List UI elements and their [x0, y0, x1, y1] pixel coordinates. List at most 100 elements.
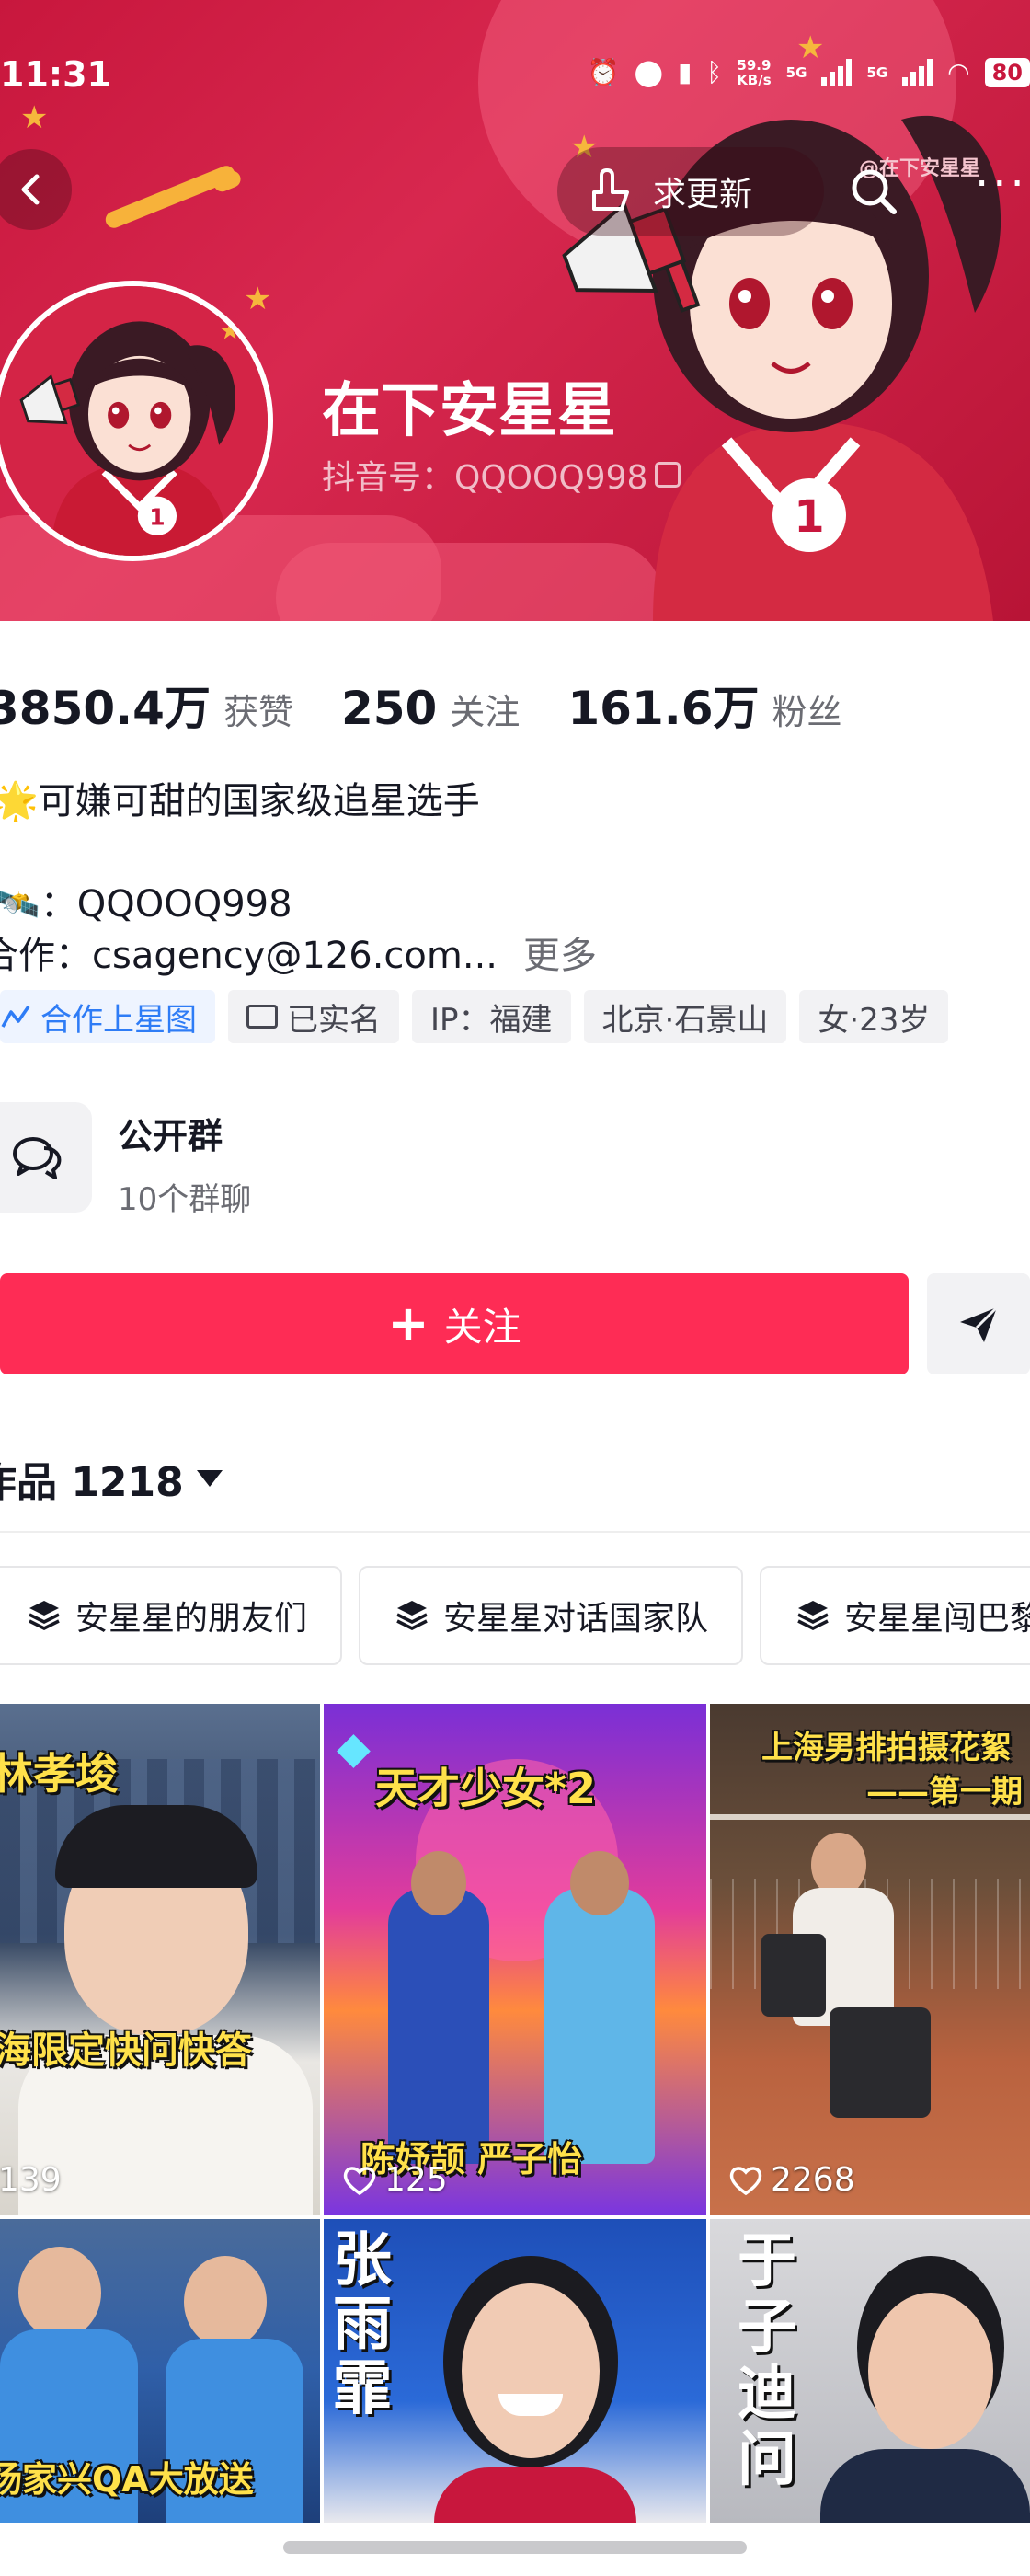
star-map-icon [1, 1006, 30, 1028]
search-icon[interactable] [846, 164, 901, 219]
video-thumbnail[interactable]: 杨家兴QA大放送 [0, 2219, 320, 2523]
video-thumbnail[interactable]: ◆ 天才少女*2 陈妤颉 严子怡 125 [324, 1704, 706, 2215]
stat-following-label: 关注 [450, 692, 521, 732]
stat-followers[interactable]: 161.6万 粉丝 [567, 672, 841, 738]
profile-display-name: 在下安星星 [322, 377, 616, 445]
video-caption: 杨家兴QA大放送 [0, 2459, 254, 2500]
bio-line-1: 🌟可嫌可甜的国家级追星选手 [0, 780, 480, 822]
video-grid: 林孝埈 海限定快问快答 139 ◆ 天才少女*2 陈妤颉 严子怡 125 上海男… [0, 1704, 1030, 2523]
bio-more-link[interactable]: 更多 [523, 935, 597, 977]
tag-star-map-label: 合作上星图 [40, 1001, 197, 1039]
video-like-count: 125 [384, 2161, 448, 2199]
id-card-icon [246, 1005, 278, 1029]
public-group-entry[interactable]: 公开群 10个群聊 [0, 1100, 1030, 1220]
avatar-illustration: 1 ★ [0, 286, 268, 556]
group-subtitle: 10个群聊 [118, 1181, 252, 1218]
bio-line-2-text: ：QQOOQ998 [40, 883, 292, 926]
video-caption: 上海男排拍摄花絮 [761, 1730, 1012, 1766]
layers-icon [396, 1601, 428, 1630]
bluetooth-icon: ᛒ [706, 57, 723, 87]
chat-bubbles-icon [0, 1102, 92, 1213]
collection-chip-label: 安星星对话国家队 [443, 1600, 709, 1638]
douyin-id-text: 抖音号：QQOOQ998 [322, 459, 648, 497]
profile-tags: 合作上星图 已实名 IP：福建 北京·石景山 女·23岁 [0, 990, 949, 1043]
plus-icon: + [387, 1294, 429, 1352]
hand-pointing-icon [592, 168, 629, 211]
caret-down-icon [196, 1470, 223, 1487]
video-caption: 天才少女*2 [375, 1764, 597, 1813]
group-title: 公开群 [118, 1116, 223, 1156]
request-update-button[interactable]: 求更新 [557, 147, 824, 236]
stat-following-value: 250 [340, 682, 438, 735]
stat-followers-value: 161.6万 [567, 682, 760, 735]
tag-gender-age: 女·23岁 [799, 990, 949, 1043]
video-thumbnail[interactable]: 于子迪问 [710, 2219, 1030, 2523]
network-speed: 59.9 KB/s [737, 56, 772, 88]
signal-5g-2-label: 5G [866, 63, 888, 81]
layers-icon [797, 1601, 829, 1630]
alarm-icon: ⏰ [587, 57, 620, 87]
works-label: 作品 1218 [0, 1459, 184, 1506]
video-caption: 林孝埈 [0, 1749, 118, 1799]
follow-button[interactable]: + 关注 [0, 1273, 909, 1374]
svg-text:1: 1 [794, 491, 824, 543]
home-indicator[interactable] [283, 2541, 747, 2554]
battery-level: 80 [984, 57, 1030, 87]
status-bar: 11:31 ⏰ ⬤ ▮ ᛒ 59.9 KB/s 5G 5G ◠ 80 [0, 0, 1030, 92]
satellite-icon: 🛰️ [0, 883, 40, 926]
video-likes: 125 [342, 2161, 448, 2199]
status-system-icons: ⏰ ⬤ ▮ ᛒ 59.9 KB/s 5G 5G ◠ 80 [588, 57, 1030, 87]
collection-chip[interactable]: 安星星的朋友们 [0, 1566, 343, 1665]
heart-icon [343, 2166, 376, 2195]
collection-chip-label: 安星星闯巴黎 [844, 1600, 1030, 1638]
divider [0, 1531, 1030, 1533]
video-like-count: 2268 [771, 2161, 855, 2199]
stat-likes-value: 3850.4万 [0, 682, 211, 735]
bio-line-3: 合作：csagency@126.com... 更多 [0, 926, 597, 979]
stat-followers-label: 粉丝 [772, 692, 842, 732]
douyin-id[interactable]: 抖音号：QQOOQ998 [322, 451, 681, 499]
video-likes: 2268 [728, 2161, 855, 2199]
tag-verified[interactable]: 已实名 [228, 990, 399, 1043]
video-thumbnail[interactable]: 林孝埈 海限定快问快答 139 [0, 1704, 320, 2215]
collection-chip[interactable]: 安星星闯巴黎 [760, 1566, 1030, 1665]
video-caption: 于子迪问 [738, 2227, 796, 2494]
send-icon [960, 1305, 999, 1342]
tag-verified-label: 已实名 [287, 1001, 381, 1039]
video-thumbnail[interactable]: 张雨霏 [324, 2219, 706, 2523]
stat-likes: 3850.4万 获赞 [0, 672, 293, 738]
back-button[interactable] [0, 149, 72, 230]
more-options-icon[interactable]: ··· [975, 162, 1028, 206]
collection-chip-label: 安星星的朋友们 [75, 1600, 308, 1638]
follow-label: 关注 [443, 1304, 521, 1350]
video-thumbnail[interactable]: 上海男排拍摄花絮 ——第一期 2268 [710, 1704, 1030, 2215]
works-dropdown[interactable]: 作品 1218 [0, 1449, 223, 1508]
video-caption: 张雨霏 [333, 2226, 392, 2423]
diamond-icon: ◆ [337, 1722, 371, 1774]
profile-banner: ★ ★ ★ ★ 1 @在下安星星 11:31 ⏰ ⬤ ▮ ᛒ 59.9 KB/s… [0, 0, 1030, 621]
video-caption-secondary: 海限定快问快答 [0, 2030, 252, 2072]
collections-row: 安星星的朋友们 安星星对话国家队 安星星闯巴黎 [0, 1566, 1030, 1665]
avatar[interactable]: 1 ★ [0, 281, 273, 561]
tag-location: 北京·石景山 [583, 990, 787, 1043]
signal-bars-2-icon [902, 58, 933, 86]
video-like-count: 139 [0, 2161, 62, 2199]
location-icon: ⬤ [634, 57, 663, 87]
bio-line-2: 🛰️：QQOOQ998 [0, 874, 292, 927]
video-likes: 139 [0, 2161, 62, 2199]
svg-text:1: 1 [149, 503, 165, 530]
banner-illustration: 1 @在下安星星 [562, 115, 1001, 621]
chevron-left-icon [21, 174, 40, 205]
video-caption-secondary: ——第一期 [866, 1774, 1023, 1811]
tag-star-map[interactable]: 合作上星图 [0, 990, 215, 1043]
svg-text:★: ★ [219, 317, 241, 346]
copy-icon[interactable] [655, 462, 681, 488]
bio-contact-text: 合作：csagency@126.com... [0, 935, 498, 977]
collection-chip[interactable]: 安星星对话国家队 [359, 1566, 744, 1665]
share-button[interactable] [927, 1273, 1030, 1374]
status-time: 11:31 [0, 54, 111, 95]
stat-following[interactable]: 250 关注 [341, 682, 520, 735]
layers-icon [29, 1601, 60, 1630]
signal-5g-1-label: 5G [785, 63, 807, 81]
signal-bars-icon [821, 58, 853, 86]
